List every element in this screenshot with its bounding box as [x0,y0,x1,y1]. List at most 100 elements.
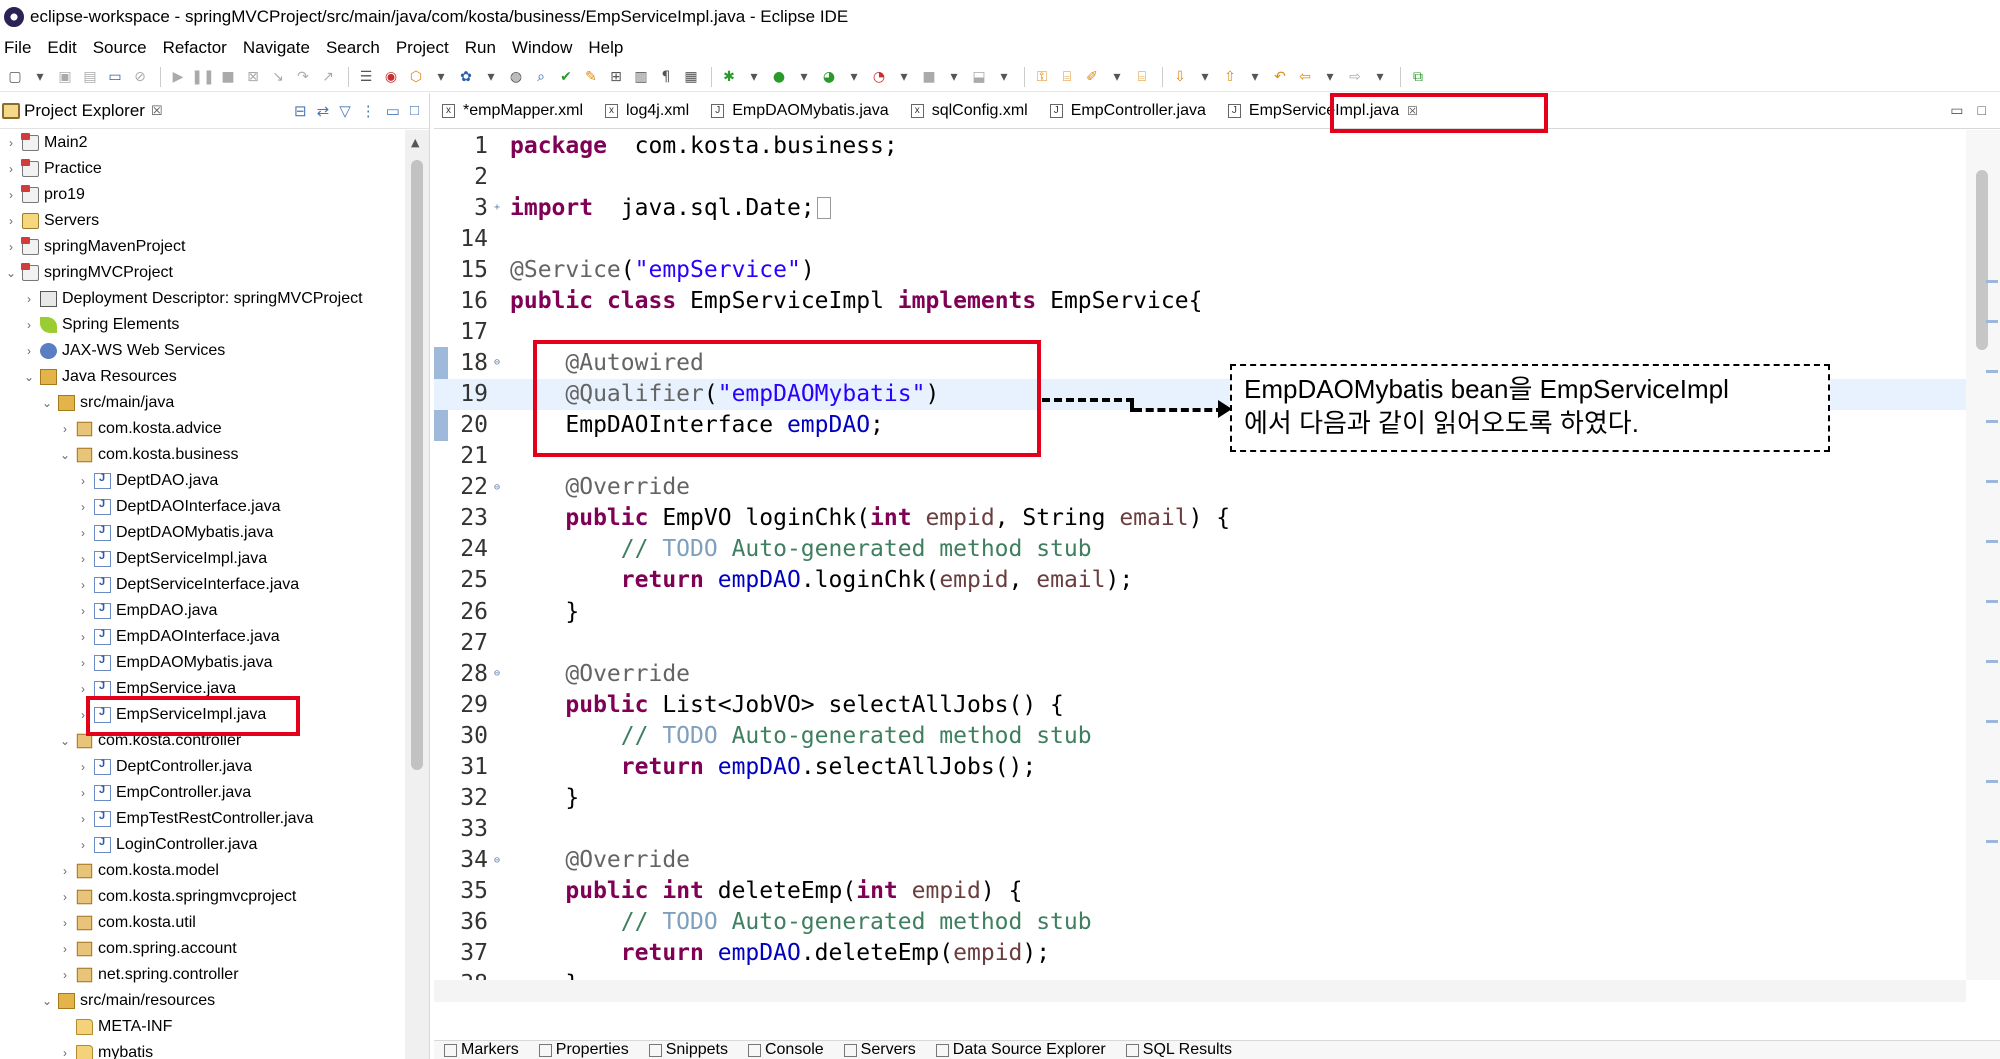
menu-refactor[interactable]: Refactor [155,38,235,58]
next-annotation-icon[interactable]: ⇩ [1169,66,1191,88]
mark-occurrences-icon[interactable]: ✎ [580,66,602,88]
external-tools-icon[interactable]: ◔ [868,66,890,88]
tree-item[interactable]: › LoginController.java [0,832,405,858]
new-server-icon[interactable]: ⬡ [405,66,427,88]
toggle-breadcrumb-icon[interactable]: ⊞ [605,66,627,88]
menu-edit[interactable]: Edit [39,38,84,58]
tree-item[interactable]: › EmpDAOInterface.java [0,624,405,650]
collapsed-chevron-icon[interactable]: › [76,500,90,514]
view-menu-icon[interactable]: ⋮ [361,102,376,120]
tree-item[interactable]: › com.kosta.advice [0,416,405,442]
collapsed-chevron-icon[interactable]: › [4,188,18,202]
disconnect-icon[interactable]: ⊠ [242,66,264,88]
code-line[interactable]: 29 public List<JobVO> selectAllJobs() { [434,689,1966,720]
collapsed-chevron-icon[interactable]: › [58,890,72,904]
pencil-icon[interactable]: ✐ [1081,66,1103,88]
dropdown-icon[interactable]: ▾ [743,66,765,88]
code-line[interactable]: 26 } [434,596,1966,627]
step-return-icon[interactable]: ↗ [317,66,339,88]
tree-item[interactable]: › pro19 [0,182,405,208]
forward-icon[interactable]: ⇨ [1344,66,1366,88]
minimize-icon[interactable]: ▭ [1950,102,1963,119]
minimize-icon[interactable]: ▭ [386,102,400,120]
dropdown-icon[interactable]: ▾ [793,66,815,88]
code-line[interactable]: 31 return empDAO.selectAllJobs(); [434,751,1966,782]
collapsed-chevron-icon[interactable]: › [4,136,18,150]
code-line[interactable]: 17 [434,316,1966,347]
collapsed-chevron-icon[interactable]: › [58,916,72,930]
collapsed-chevron-icon[interactable]: › [76,812,90,826]
collapsed-chevron-icon[interactable]: › [76,682,90,696]
collapsed-chevron-icon[interactable]: › [58,968,72,982]
close-icon[interactable]: ☒ [151,103,163,119]
previous-annotation-icon[interactable]: ⇧ [1219,66,1241,88]
fold-toggle-icon[interactable]: ⊖ [494,668,506,679]
bottom-tab[interactable]: Snippets [639,1041,738,1059]
deploy-icon[interactable]: ⬓ [968,66,990,88]
editor-tab[interactable]: J EmpDAOMybatis.java [703,94,903,128]
save-all-icon[interactable]: ▤ [79,66,101,88]
menu-project[interactable]: Project [388,38,457,58]
menu-help[interactable]: Help [580,38,631,58]
expanded-chevron-icon[interactable]: ⌄ [4,266,18,280]
code-line[interactable]: 24 // TODO Auto-generated method stub [434,534,1966,565]
new-java-project-icon[interactable]: ⚿ [1031,66,1053,88]
expanded-chevron-icon[interactable]: ⌄ [58,734,72,748]
tree-item[interactable]: ⌄ com.kosta.business [0,442,405,468]
collapsed-chevron-icon[interactable]: › [76,708,90,722]
link-with-editor-icon[interactable]: ⇄ [317,102,330,120]
overview-ruler-marker[interactable] [1986,720,1998,723]
terminal-icon[interactable]: ▭ [104,66,126,88]
collapsed-chevron-icon[interactable]: › [76,552,90,566]
save-icon[interactable]: ▣ [54,66,76,88]
menu-source[interactable]: Source [85,38,155,58]
dropdown-icon[interactable]: ▾ [893,66,915,88]
tree-item[interactable]: › EmpDAOMybatis.java [0,650,405,676]
code-line[interactable]: 2 [434,161,1966,192]
menu-navigate[interactable]: Navigate [235,38,318,58]
globe-icon[interactable]: ◍ [505,66,527,88]
expanded-chevron-icon[interactable]: ⌄ [40,396,54,410]
expanded-chevron-icon[interactable]: ⌄ [40,994,54,1008]
tree-item[interactable]: › com.kosta.springmvcproject [0,884,405,910]
overview-ruler-marker[interactable] [1986,420,1998,423]
bottom-tab[interactable]: Servers [834,1041,926,1059]
open-task-icon[interactable]: ✔ [555,66,577,88]
tree-item[interactable]: › DeptServiceInterface.java [0,572,405,598]
menu-run[interactable]: Run [457,38,504,58]
bottom-tab[interactable]: Console [738,1041,834,1059]
search-icon[interactable]: ⌕ [530,66,552,88]
open-type-icon[interactable]: ☰ [355,66,377,88]
code-line[interactable]: 14 [434,223,1966,254]
collapsed-chevron-icon[interactable]: › [58,864,72,878]
stop-icon[interactable]: ■ [918,66,940,88]
collapsed-chevron-icon[interactable]: › [58,422,72,436]
overview-ruler-marker[interactable] [1986,320,1998,323]
new-dropdown-icon[interactable]: ▾ [29,66,51,88]
tree-item[interactable]: ⌄ springMVCProject [0,260,405,286]
step-into-icon[interactable]: ↘ [267,66,289,88]
tree-item[interactable]: › DeptServiceImpl.java [0,546,405,572]
open-folder-icon[interactable]: ⌸ [1056,66,1078,88]
collapsed-chevron-icon[interactable]: › [22,292,36,306]
maximize-icon[interactable]: □ [1978,102,1986,119]
tree-item[interactable]: › EmpService.java [0,676,405,702]
back-icon[interactable]: ⇦ [1294,66,1316,88]
collapsed-chevron-icon[interactable]: › [76,578,90,592]
debug-icon[interactable]: ✱ [718,66,740,88]
code-line[interactable]: 38 } [434,969,1966,980]
scrollbar-thumb[interactable] [1976,170,1988,350]
editor-tab[interactable]: x log4j.xml [597,94,703,128]
tree-item[interactable]: › mybatis [0,1040,405,1059]
show-whitespace-icon[interactable]: ¶ [655,66,677,88]
code-line[interactable]: 33 [434,814,1966,845]
tree-item[interactable]: › EmpController.java [0,780,405,806]
code-line[interactable]: 1 package com.kosta.business; [434,130,1966,161]
dropdown-icon[interactable]: ▾ [1244,66,1266,88]
tree-item[interactable]: › com.spring.account [0,936,405,962]
collapsed-chevron-icon[interactable]: › [22,344,36,358]
overview-ruler-marker[interactable] [1986,540,1998,543]
menu-window[interactable]: Window [504,38,580,58]
close-tab-icon[interactable]: ☒ [1407,104,1418,118]
overview-ruler-marker[interactable] [1986,660,1998,663]
